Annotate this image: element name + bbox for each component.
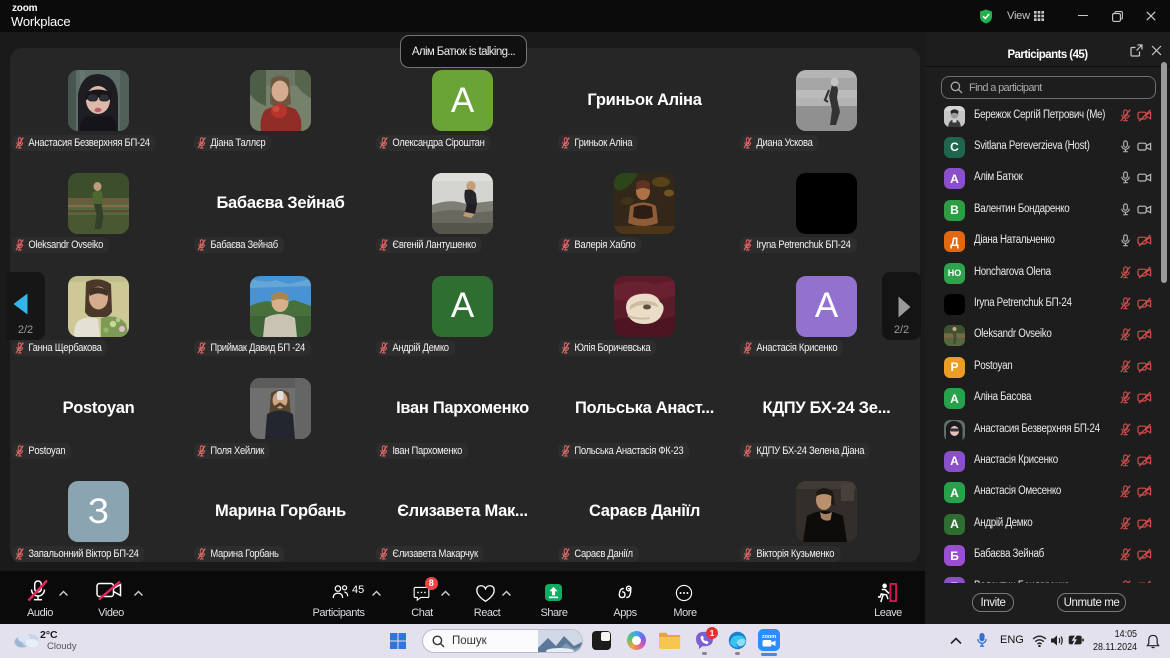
svg-text:zoom: zoom bbox=[762, 634, 776, 640]
